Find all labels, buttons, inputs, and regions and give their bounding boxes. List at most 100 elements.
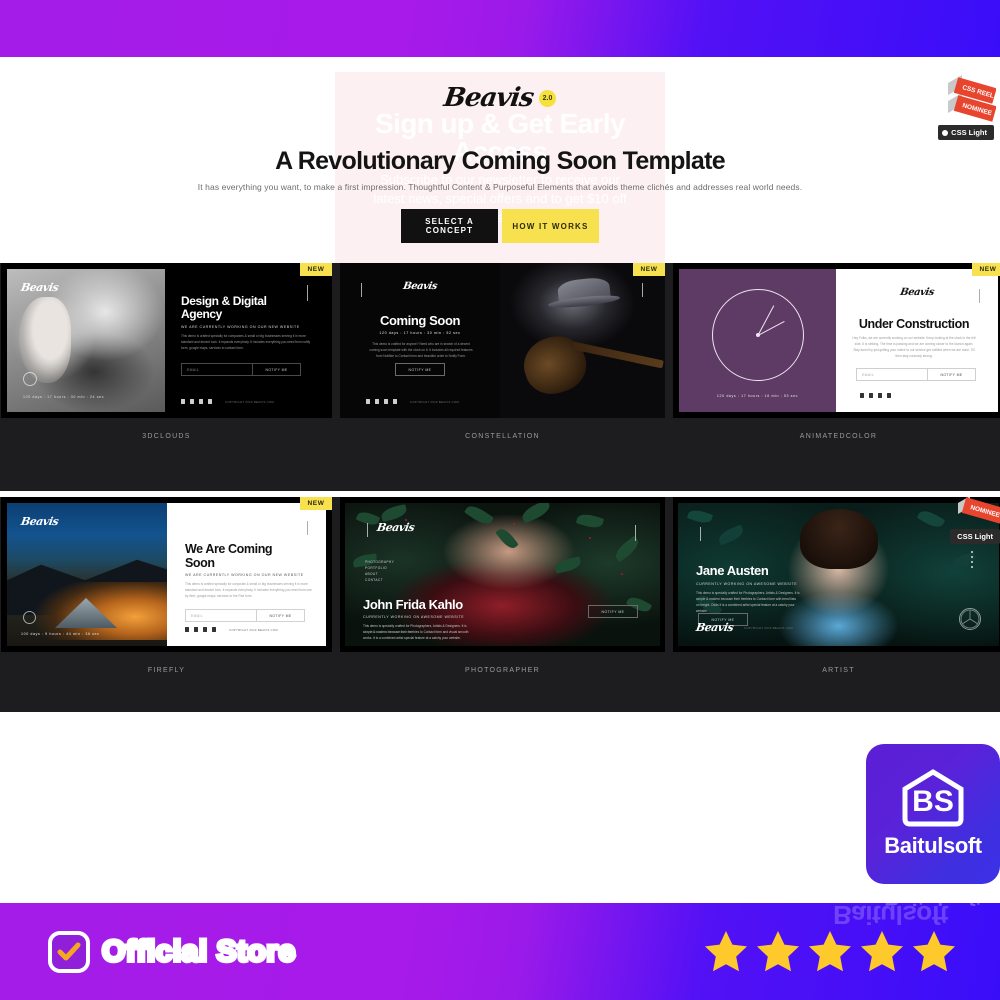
card-list-row-1: NEW Beavis 120 days : 17 hours : 30 min … <box>0 263 1000 440</box>
page-title: A Revolutionary Coming Soon Template <box>275 147 726 175</box>
gallery-item-firefly[interactable]: NEW Beavis 100 days : 9 hours : 44 min :… <box>1 497 332 674</box>
baitulsoft-watermark: BS Baitulsoft Baitulsoft <box>866 744 1000 910</box>
facebook-icon[interactable] <box>185 627 189 632</box>
scroll-indicator <box>367 523 368 537</box>
preview-countdown: 120 days : 17 hours : 16 min : 53 sec <box>716 394 799 398</box>
gallery-item-artist[interactable]: NOMINEE CSS Light Jane Austen CURRENTLY … <box>673 497 1000 674</box>
social-links[interactable]: COPYRIGHT 2019 BEAVIS.COM <box>366 399 459 404</box>
card-preview-artist[interactable]: NOMINEE CSS Light Jane Austen CURRENTLY … <box>673 497 1000 652</box>
dribbble-icon[interactable] <box>887 393 891 398</box>
card-label-photographer: PHOTOGRAPHER <box>465 667 540 674</box>
twitter-icon[interactable] <box>194 627 198 632</box>
baitulsoft-logo-tile: BS Baitulsoft <box>866 744 1000 884</box>
gallery-item-photographer[interactable]: Beavis PHOTOGRAPHY PORTFOLIO ABOUT CONTA… <box>340 497 665 674</box>
scroll-indicator <box>307 521 308 535</box>
portrait-silhouette-icon <box>19 297 71 383</box>
instagram-icon[interactable] <box>384 399 388 404</box>
card-image-firefly: Beavis 100 days : 9 hours : 44 min : 36 … <box>7 503 167 646</box>
preview-subheading: WE ARE CURRENTLY WORKING ON OUR NEW WEBS… <box>185 573 304 577</box>
preview-copyright: COPYRIGHT 2019 BEAVIS.COM <box>744 626 794 630</box>
official-store-label: Official Store <box>100 933 297 970</box>
twitter-icon[interactable] <box>190 399 194 404</box>
gallery-item-3dclouds[interactable]: NEW Beavis 120 days : 17 hours : 30 min … <box>1 263 332 440</box>
css-light-tag[interactable]: CSS Light <box>938 125 994 140</box>
social-links[interactable] <box>860 393 891 398</box>
scroll-indicator <box>307 285 308 301</box>
css-light-tag[interactable]: CSS Light <box>950 529 1000 544</box>
preview-logo: Beavis <box>19 281 60 294</box>
card-image-constellation <box>500 263 665 418</box>
twitter-icon[interactable] <box>869 393 873 398</box>
preview-notify-button[interactable]: NOTIFY ME <box>253 363 301 376</box>
card-preview-constellation[interactable]: NEW Beavis Coming Soon 120 days : 17 hou… <box>340 263 665 418</box>
preview-email-input[interactable]: EMAIL <box>181 363 253 376</box>
side-menu-item[interactable]: CONTACT <box>365 577 394 583</box>
preview-countdown: 120 days : 17 hours : 30 min : 24 sec <box>23 395 105 399</box>
instagram-icon[interactable] <box>199 399 203 404</box>
card-preview-3dclouds[interactable]: NEW Beavis 120 days : 17 hours : 30 min … <box>1 263 332 418</box>
card-image-photographer: Beavis PHOTOGRAPHY PORTFOLIO ABOUT CONTA… <box>345 503 660 646</box>
preview-side-menu[interactable]: PHOTOGRAPHY PORTFOLIO ABOUT CONTACT <box>365 559 394 583</box>
dot-pagination[interactable] <box>971 551 973 568</box>
baitulsoft-monogram-icon: BS <box>902 769 964 827</box>
social-links[interactable]: COPYRIGHT 2019 BEAVIS.COM <box>185 627 278 632</box>
preview-heading: Jane Austen <box>696 563 769 578</box>
guitar-body-shape <box>516 328 594 402</box>
facebook-icon[interactable] <box>860 393 864 398</box>
card-image-artist: Jane Austen CURRENTLY WORKING ON AWESOME… <box>678 503 999 646</box>
gallery-item-animatedcolor[interactable]: NEW 120 days : 17 hours : 16 min : 53 se… <box>673 263 1000 440</box>
select-a-concept-button[interactable]: SELECT A CONCEPT <box>401 209 498 243</box>
preview-notify-button[interactable]: NOTIFY ME <box>588 605 638 618</box>
preview-countdown: 100 days : 9 hours : 44 min : 36 sec <box>21 632 100 636</box>
preview-notify-button[interactable]: NOTIFY ME <box>928 368 976 381</box>
baitulsoft-reflection: Baitulsoft <box>866 884 1000 918</box>
scroll-indicator <box>700 527 701 541</box>
instagram-icon[interactable] <box>878 393 882 398</box>
social-links[interactable]: COPYRIGHT 2019 BEAVIS.COM <box>181 399 274 404</box>
baitulsoft-name: Baitulsoft <box>884 833 982 858</box>
preview-notify-button[interactable]: NOTIFY ME <box>257 609 305 622</box>
hero-section: Sign up & Get Early Access Subscribe to … <box>0 57 1000 263</box>
twitter-icon[interactable] <box>375 399 379 404</box>
card-preview-firefly[interactable]: NEW Beavis 100 days : 9 hours : 44 min :… <box>1 497 332 652</box>
top-brand-bar <box>0 0 1000 57</box>
how-it-works-button[interactable]: HOW IT WORKS <box>502 209 599 243</box>
facebook-icon[interactable] <box>366 399 370 404</box>
preview-email-input[interactable]: EMAIL <box>856 368 928 381</box>
facebook-icon[interactable] <box>181 399 185 404</box>
preview-body: This demo is crafted for anyone? Need wh… <box>369 342 473 358</box>
gallery-item-constellation[interactable]: NEW Beavis Coming Soon 120 days : 17 hou… <box>340 263 665 440</box>
card-content-firefly: We Are Coming Soon WE ARE CURRENTLY WORK… <box>167 503 326 646</box>
preview-logo: Beavis <box>694 621 735 634</box>
play-icon[interactable] <box>23 611 36 624</box>
dribbble-icon[interactable] <box>208 399 212 404</box>
scroll-indicator <box>979 289 980 303</box>
preview-heading: John Frida Kahlo <box>363 597 463 612</box>
new-badge: NEW <box>972 263 1000 276</box>
card-preview-photographer[interactable]: Beavis PHOTOGRAPHY PORTFOLIO ABOUT CONTA… <box>340 497 665 652</box>
star-rating <box>702 928 958 976</box>
preview-notify-button[interactable]: NOTIFY ME <box>395 363 445 376</box>
hero-logo[interactable]: Beavis 2.0 <box>0 57 1000 113</box>
dribbble-icon[interactable] <box>212 627 216 632</box>
instagram-icon[interactable] <box>203 627 207 632</box>
logo-version-badge: 2.0 <box>539 89 556 107</box>
card-preview-animatedcolor[interactable]: NEW 120 days : 17 hours : 16 min : 53 se… <box>673 263 1000 418</box>
preview-body: Hey Folks, we are currently working on o… <box>852 336 976 358</box>
play-icon[interactable] <box>23 372 37 386</box>
css-reel-nominee-ribbon[interactable]: CSS REEL NOMINEE <box>942 71 997 123</box>
dribbble-icon[interactable] <box>393 399 397 404</box>
card-label-artist: ARTIST <box>822 667 855 674</box>
preview-logo: Beavis <box>899 287 935 298</box>
star-icon <box>913 930 955 971</box>
white-spacer <box>0 712 1000 903</box>
clock-icon <box>711 288 804 381</box>
preview-email-input[interactable]: EMAIL <box>185 609 257 622</box>
preview-logo: Beavis <box>375 521 416 534</box>
css-reel-nominee-ribbon[interactable]: NOMINEE <box>954 497 1000 533</box>
preview-subheading: CURRENTLY WORKING ON AWESOME WEBSITE <box>696 582 798 586</box>
preview-body: This demo is specially crafted for Photo… <box>696 591 800 613</box>
new-badge: NEW <box>633 263 665 276</box>
scroll-indicator <box>361 283 362 297</box>
preview-heading: Under Construction <box>858 317 970 331</box>
